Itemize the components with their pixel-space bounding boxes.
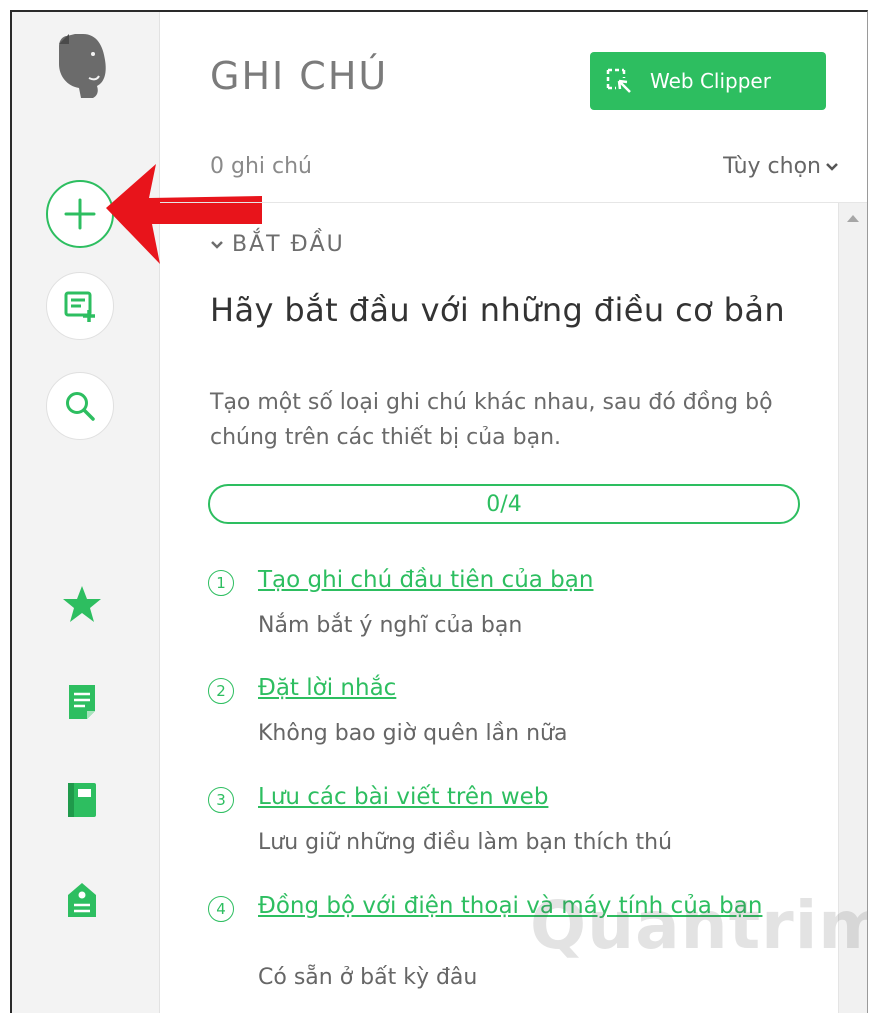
progress-text: 0/4 xyxy=(486,491,522,517)
step-number-icon: 2 xyxy=(208,678,234,704)
task-description: Có sẵn ở bất kỳ đâu xyxy=(258,965,478,990)
notebooks-button[interactable] xyxy=(62,780,102,820)
search-icon xyxy=(66,392,95,421)
progress-bar: 0/4 xyxy=(208,484,800,524)
options-dropdown[interactable]: Tùy chọn xyxy=(723,154,839,179)
notebook-icon xyxy=(68,783,96,817)
sidebar xyxy=(12,12,160,1013)
star-icon xyxy=(63,586,101,622)
clipper-icon xyxy=(606,68,631,93)
app-window: GHI CHÚ Web Clipper 0 ghi chú Tùy chọn B… xyxy=(10,10,868,1013)
scroll-up-arrow-icon[interactable] xyxy=(847,215,859,222)
web-clipper-label: Web Clipper xyxy=(650,69,771,93)
notes-icon xyxy=(69,685,95,719)
onboarding-description: Tạo một số loại ghi chú khác nhau, sau đ… xyxy=(210,390,773,450)
work-chat-button[interactable] xyxy=(46,272,114,340)
notes-button[interactable] xyxy=(62,682,102,722)
step-number-icon: 3 xyxy=(208,787,234,813)
header-divider xyxy=(160,202,867,203)
note-plus-icon xyxy=(64,291,95,322)
search-button[interactable] xyxy=(46,372,114,440)
onboarding-headline: Hãy bắt đầu với những điều cơ bản xyxy=(210,291,786,329)
shortcuts-button[interactable] xyxy=(62,584,102,624)
plus-icon xyxy=(64,198,96,230)
task-link[interactable]: Tạo ghi chú đầu tiên của bạn xyxy=(258,567,808,594)
task-link[interactable]: Đồng bộ với điện thoại và máy tính của b… xyxy=(258,893,808,920)
options-label: Tùy chọn xyxy=(723,154,821,179)
tag-icon xyxy=(68,883,96,917)
note-count: 0 ghi chú xyxy=(210,154,312,179)
task-description: Không bao giờ quên lần nữa xyxy=(258,721,568,746)
web-clipper-button[interactable]: Web Clipper xyxy=(590,52,826,110)
section-label: BẮT ĐẦU xyxy=(232,232,345,257)
page-title: GHI CHÚ xyxy=(210,54,389,98)
task-link[interactable]: Đặt lời nhắc xyxy=(258,675,808,702)
chevron-down-icon xyxy=(826,162,838,171)
step-number-icon: 4 xyxy=(208,896,234,922)
step-number-icon: 1 xyxy=(208,570,234,596)
notes-panel: GHI CHÚ Web Clipper 0 ghi chú Tùy chọn B… xyxy=(160,12,867,1013)
chevron-down-icon xyxy=(211,240,223,249)
task-description: Nắm bắt ý nghĩ của bạn xyxy=(258,613,523,638)
watermark: Quantrimang xyxy=(530,870,867,980)
task-link[interactable]: Lưu các bài viết trên web xyxy=(258,784,808,811)
evernote-logo[interactable] xyxy=(53,30,111,98)
scrollbar[interactable] xyxy=(838,203,867,1013)
getting-started-toggle[interactable]: BẮT ĐẦU xyxy=(210,232,345,257)
tags-button[interactable] xyxy=(62,880,102,920)
task-description: Lưu giữ những điều làm bạn thích thú xyxy=(258,830,673,855)
